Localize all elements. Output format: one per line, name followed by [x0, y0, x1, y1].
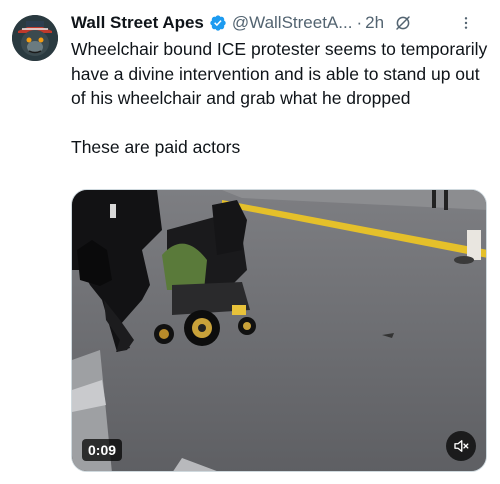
tweet-text-paragraph-1: Wheelchair bound ICE protester seems to …: [71, 39, 488, 108]
tweet-body: Wheelchair bound ICE protester seems to …: [71, 37, 491, 159]
speaker-muted-icon: [454, 440, 469, 452]
gorilla-avatar-icon: [12, 15, 58, 61]
grok-icon[interactable]: [394, 14, 412, 32]
video-player[interactable]: 0:09: [71, 189, 487, 472]
verified-badge-icon[interactable]: [209, 14, 227, 32]
tweet-text-paragraph-2: These are paid actors: [71, 136, 241, 157]
tweet-header: Wall Street Apes @WallStreetA... · 2h: [71, 11, 490, 35]
video-duration-badge: 0:09: [82, 439, 123, 461]
post-time[interactable]: 2h: [365, 13, 384, 33]
author-handle[interactable]: @WallStreetA...: [232, 13, 353, 33]
mute-toggle-button[interactable]: [446, 431, 476, 461]
video-frame: [72, 190, 486, 471]
author-display-name[interactable]: Wall Street Apes: [71, 13, 204, 33]
avatar[interactable]: [12, 15, 58, 61]
more-options-icon[interactable]: [456, 13, 476, 33]
separator-dot: ·: [356, 13, 363, 32]
